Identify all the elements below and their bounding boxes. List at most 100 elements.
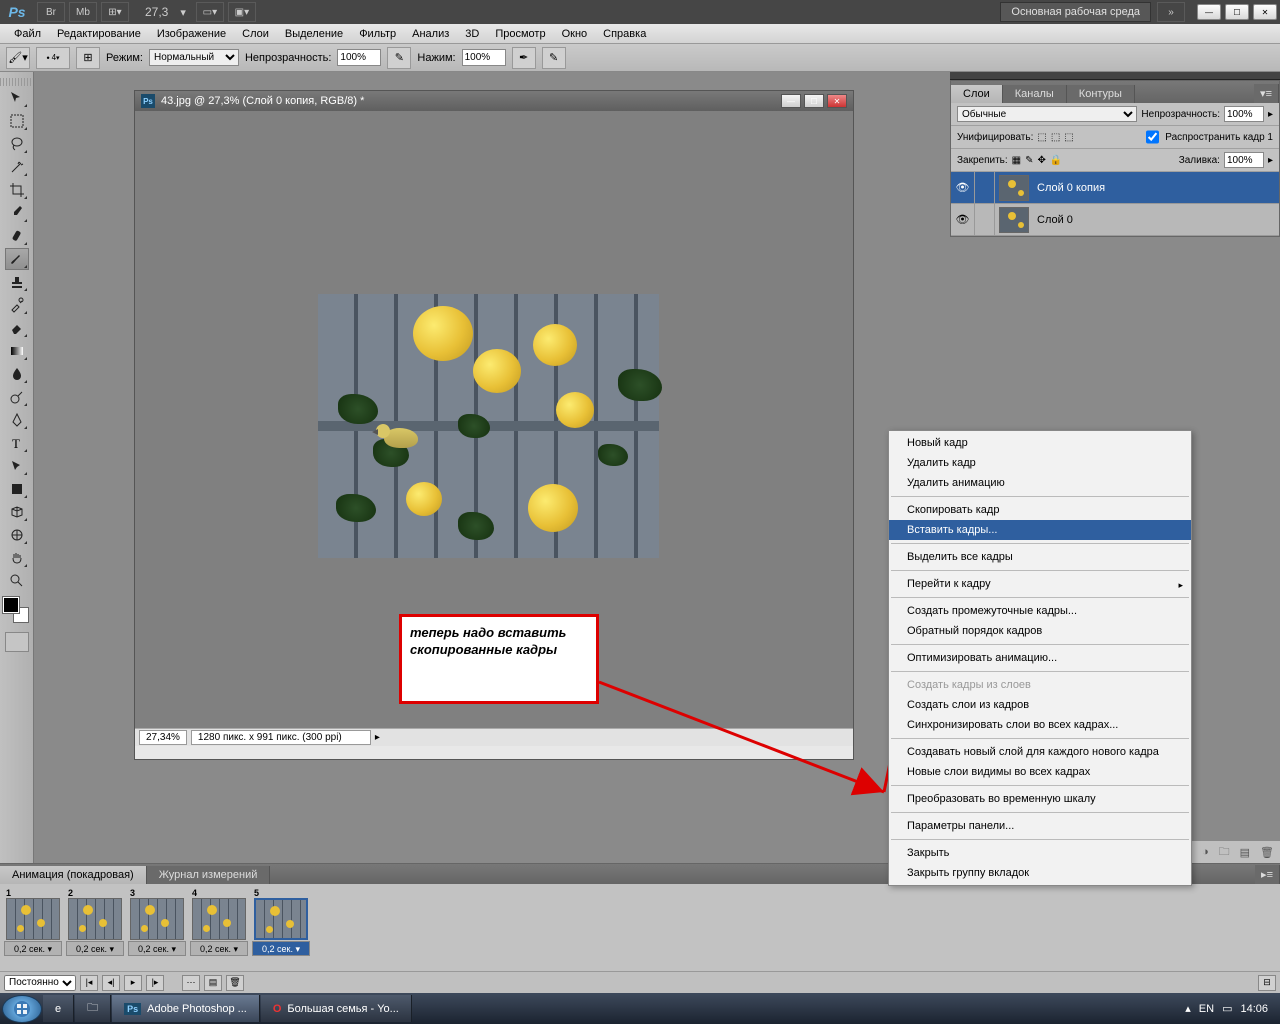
document-titlebar[interactable]: Ps 43.jpg @ 27,3% (Слой 0 копия, RGB/8) … — [135, 91, 853, 111]
airbrush-icon[interactable]: ✒ — [512, 47, 536, 69]
blend-mode-select[interactable]: Нормальный — [149, 49, 239, 66]
stamp-tool[interactable] — [5, 271, 29, 293]
hand-tool[interactable] — [5, 547, 29, 569]
type-tool[interactable]: T — [5, 432, 29, 454]
status-zoom[interactable]: 27,34% — [139, 730, 187, 745]
context-menu-item[interactable]: Новые слои видимы во всех кадрах — [889, 762, 1191, 782]
context-menu-item[interactable]: Закрыть группу вкладок — [889, 863, 1191, 883]
context-menu-item[interactable]: Преобразовать во временную шкалу — [889, 789, 1191, 809]
visibility-icon[interactable]: 👁 — [951, 204, 975, 235]
animation-frame[interactable]: 1 0,2 сек. ▾ — [4, 888, 62, 956]
context-menu-item[interactable]: Обратный порядок кадров — [889, 621, 1191, 641]
animation-frame[interactable]: 5 0,2 сек. ▾ — [252, 888, 310, 956]
close-button[interactable]: ✕ — [1253, 4, 1277, 20]
adjustment-layer-icon[interactable]: ◑ — [1202, 846, 1209, 858]
visibility-icon[interactable]: 👁 — [951, 172, 975, 203]
context-menu-item[interactable]: Создавать новый слой для каждого нового … — [889, 742, 1191, 762]
3d-tool[interactable] — [5, 501, 29, 523]
healing-tool[interactable] — [5, 225, 29, 247]
layer-opacity-input[interactable] — [1224, 106, 1264, 122]
start-button[interactable] — [2, 995, 42, 1023]
brush-tool[interactable] — [5, 248, 29, 270]
3d-camera-tool[interactable] — [5, 524, 29, 546]
animation-frame[interactable]: 4 0,2 сек. ▾ — [190, 888, 248, 956]
minimize-button[interactable]: — — [1197, 4, 1221, 20]
animation-frame[interactable]: 3 0,2 сек. ▾ — [128, 888, 186, 956]
context-menu-item[interactable]: Оптимизировать анимацию... — [889, 648, 1191, 668]
panel-menu-icon[interactable]: ▾≡ — [1254, 84, 1279, 103]
frame-delay[interactable]: 0,2 сек. ▾ — [4, 941, 62, 956]
eyedropper-tool[interactable] — [5, 202, 29, 224]
delete-frame-button[interactable]: 🗑 — [226, 975, 244, 991]
frame-thumb[interactable] — [6, 898, 60, 940]
prev-frame-button[interactable]: ◂| — [102, 975, 120, 991]
opacity-pressure-icon[interactable]: ✎ — [387, 47, 411, 69]
brush-preset-icon[interactable]: •4▾ — [36, 47, 70, 69]
view-extras-icon[interactable]: ⊞▾ — [101, 2, 129, 22]
blur-tool[interactable] — [5, 363, 29, 385]
quickmask-button[interactable] — [5, 632, 29, 652]
context-menu-item[interactable]: Создать слои из кадров — [889, 695, 1191, 715]
taskbar-opera[interactable]: O Большая семья - Yo... — [261, 995, 412, 1022]
menu-3d[interactable]: 3D — [457, 26, 487, 42]
lock-all-icon[interactable]: 🔒 — [1050, 155, 1062, 166]
status-dimensions[interactable]: 1280 пикс. x 991 пикс. (300 ppi) — [191, 730, 371, 745]
fill-input[interactable] — [1224, 152, 1264, 168]
arrange-icon[interactable]: ▭▾ — [196, 2, 224, 22]
context-menu-item[interactable]: Параметры панели... — [889, 816, 1191, 836]
doc-maximize-button[interactable]: ☐ — [804, 94, 824, 108]
tab-animation[interactable]: Анимация (покадровая) — [0, 866, 147, 884]
tab-layers[interactable]: Слои — [951, 85, 1003, 103]
minibridge-icon[interactable]: Mb — [69, 2, 97, 22]
tab-channels[interactable]: Каналы — [1003, 85, 1067, 103]
zoom-tool[interactable] — [5, 570, 29, 592]
play-button[interactable]: ▸ — [124, 975, 142, 991]
anim-panel-menu-icon[interactable]: ▸≡ — [1255, 865, 1280, 884]
taskbar-ie[interactable]: e — [43, 995, 74, 1022]
link-cell[interactable] — [975, 204, 995, 235]
context-menu-item[interactable]: Удалить кадр — [889, 453, 1191, 473]
shape-tool[interactable] — [5, 478, 29, 500]
screen-mode-icon[interactable]: ▣▾ — [228, 2, 256, 22]
workspace-button[interactable]: Основная рабочая среда — [1000, 2, 1151, 22]
context-menu-item[interactable]: Создать промежуточные кадры... — [889, 601, 1191, 621]
context-menu-item[interactable]: Новый кадр — [889, 433, 1191, 453]
menu-view[interactable]: Просмотр — [487, 26, 553, 42]
unify-style-icon[interactable]: ⬚ — [1064, 132, 1073, 143]
maximize-button[interactable]: ☐ — [1225, 4, 1249, 20]
gradient-tool[interactable] — [5, 340, 29, 362]
layer-thumb[interactable] — [999, 207, 1029, 233]
unify-position-icon[interactable]: ⬚ — [1037, 132, 1046, 143]
menu-help[interactable]: Справка — [595, 26, 654, 42]
size-pressure-icon[interactable]: ✎ — [542, 47, 566, 69]
taskbar-explorer[interactable]: 🗀 — [75, 995, 111, 1022]
lock-move-icon[interactable]: ✥ — [1038, 155, 1046, 166]
context-menu-item[interactable]: Закрыть — [889, 843, 1191, 863]
context-menu-item[interactable]: Выделить все кадры — [889, 547, 1191, 567]
menu-select[interactable]: Выделение — [277, 26, 351, 42]
menu-analysis[interactable]: Анализ — [404, 26, 457, 42]
frame-delay[interactable]: 0,2 сек. ▾ — [66, 941, 124, 956]
frame-delay[interactable]: 0,2 сек. ▾ — [190, 941, 248, 956]
magic-wand-tool[interactable] — [5, 156, 29, 178]
brush-panel-icon[interactable]: ⊞ — [76, 47, 100, 69]
tool-preset-icon[interactable]: 🖌▾ — [6, 47, 30, 69]
animation-frame[interactable]: 2 0,2 сек. ▾ — [66, 888, 124, 956]
layer-blend-select[interactable]: Обычные — [957, 106, 1137, 122]
bridge-icon[interactable]: Br — [37, 2, 65, 22]
context-menu-item[interactable]: Синхронизировать слои во всех кадрах... — [889, 715, 1191, 735]
first-frame-button[interactable]: |◂ — [80, 975, 98, 991]
propagate-checkbox[interactable] — [1146, 129, 1159, 145]
crop-tool[interactable] — [5, 179, 29, 201]
move-tool[interactable] — [5, 87, 29, 109]
loop-select[interactable]: Постоянно — [4, 975, 76, 991]
duplicate-frame-button[interactable]: ▤ — [204, 975, 222, 991]
language-indicator[interactable]: EN — [1199, 1003, 1214, 1015]
panel-grip[interactable] — [950, 72, 1280, 80]
unify-visibility-icon[interactable]: ⬚ — [1051, 132, 1060, 143]
frame-thumb[interactable] — [254, 898, 308, 940]
tab-paths[interactable]: Контуры — [1067, 85, 1135, 103]
layer-group-icon[interactable]: 🗀 — [1219, 843, 1230, 862]
flow-input[interactable] — [462, 49, 506, 66]
path-select-tool[interactable] — [5, 455, 29, 477]
